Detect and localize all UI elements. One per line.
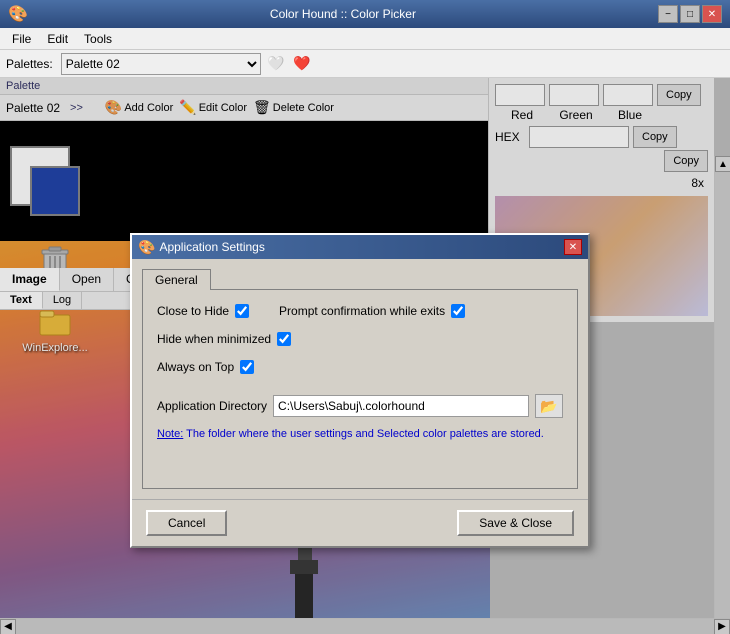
prompt-confirm-item: Prompt confirmation while exits <box>279 304 465 318</box>
note-label: Note: <box>157 428 183 440</box>
save-close-button[interactable]: Save & Close <box>457 510 574 536</box>
settings-row-1: Close to Hide Prompt confirmation while … <box>157 304 563 318</box>
dir-browse-button[interactable]: 📂 <box>535 394 563 418</box>
general-tab[interactable]: General <box>142 269 211 290</box>
dialog-footer: Cancel Save & Close <box>132 499 588 546</box>
always-on-top-label: Always on Top <box>157 360 234 374</box>
note-content: The folder where the user settings and S… <box>186 428 544 440</box>
prompt-confirm-label: Prompt confirmation while exits <box>279 304 445 318</box>
palette-bar: Palettes: Palette 02 🤍 ❤️ <box>0 50 730 78</box>
palette-select[interactable]: Palette 02 <box>61 53 261 75</box>
prompt-confirm-checkbox[interactable] <box>451 304 465 318</box>
hide-when-min-label: Hide when minimized <box>157 332 271 346</box>
hide-when-min-checkbox[interactable] <box>277 332 291 346</box>
app-title: Color Hound :: Color Picker <box>28 7 658 21</box>
title-bar: 🎨 Color Hound :: Color Picker − □ ✕ <box>0 0 730 28</box>
dialog-tab[interactable]: General <box>142 269 578 289</box>
dir-label: Application Directory <box>157 399 267 413</box>
folder-open-icon: 📂 <box>540 398 557 415</box>
maximize-button[interactable]: □ <box>680 5 700 23</box>
settings-row-2: Hide when minimized <box>157 332 563 346</box>
modal-overlay: 🎨 Application Settings ✕ General Close t… <box>0 78 730 634</box>
close-to-hide-item: Close to Hide <box>157 304 249 318</box>
app-directory-row: Application Directory 📂 <box>157 394 563 418</box>
note-area: Note: The folder where the user settings… <box>157 426 563 442</box>
dialog-title-bar: 🎨 Application Settings ✕ <box>132 235 588 259</box>
close-to-hide-checkbox[interactable] <box>235 304 249 318</box>
close-button[interactable]: ✕ <box>702 5 722 23</box>
always-on-top-checkbox[interactable] <box>240 360 254 374</box>
dialog-body: General Close to Hide Prompt confirmatio… <box>132 259 588 499</box>
menu-tools[interactable]: Tools <box>76 30 120 48</box>
close-to-hide-label: Close to Hide <box>157 304 229 318</box>
settings-row-3: Always on Top <box>157 360 563 374</box>
window-controls: − □ ✕ <box>658 5 722 23</box>
menu-bar: File Edit Tools <box>0 28 730 50</box>
always-on-top-item: Always on Top <box>157 360 254 374</box>
dialog-close-button[interactable]: ✕ <box>564 239 582 255</box>
menu-file[interactable]: File <box>4 30 39 48</box>
palettes-label: Palettes: <box>6 57 53 71</box>
dialog-title: Application Settings <box>159 240 264 254</box>
minimize-button[interactable]: − <box>658 5 678 23</box>
application-settings-dialog: 🎨 Application Settings ✕ General Close t… <box>130 233 590 548</box>
dir-input[interactable] <box>273 395 529 417</box>
dialog-tab-content: Close to Hide Prompt confirmation while … <box>142 289 578 489</box>
dialog-title-icon: 🎨 <box>138 239 155 256</box>
menu-edit[interactable]: Edit <box>39 30 76 48</box>
palette-star-icon[interactable]: ❤️ <box>291 53 313 75</box>
note-text: Note: The folder where the user settings… <box>157 428 544 440</box>
app-icon: 🎨 <box>8 4 28 24</box>
cancel-button[interactable]: Cancel <box>146 510 227 536</box>
hide-when-min-item: Hide when minimized <box>157 332 291 346</box>
palette-heart-icon[interactable]: 🤍 <box>265 53 287 75</box>
